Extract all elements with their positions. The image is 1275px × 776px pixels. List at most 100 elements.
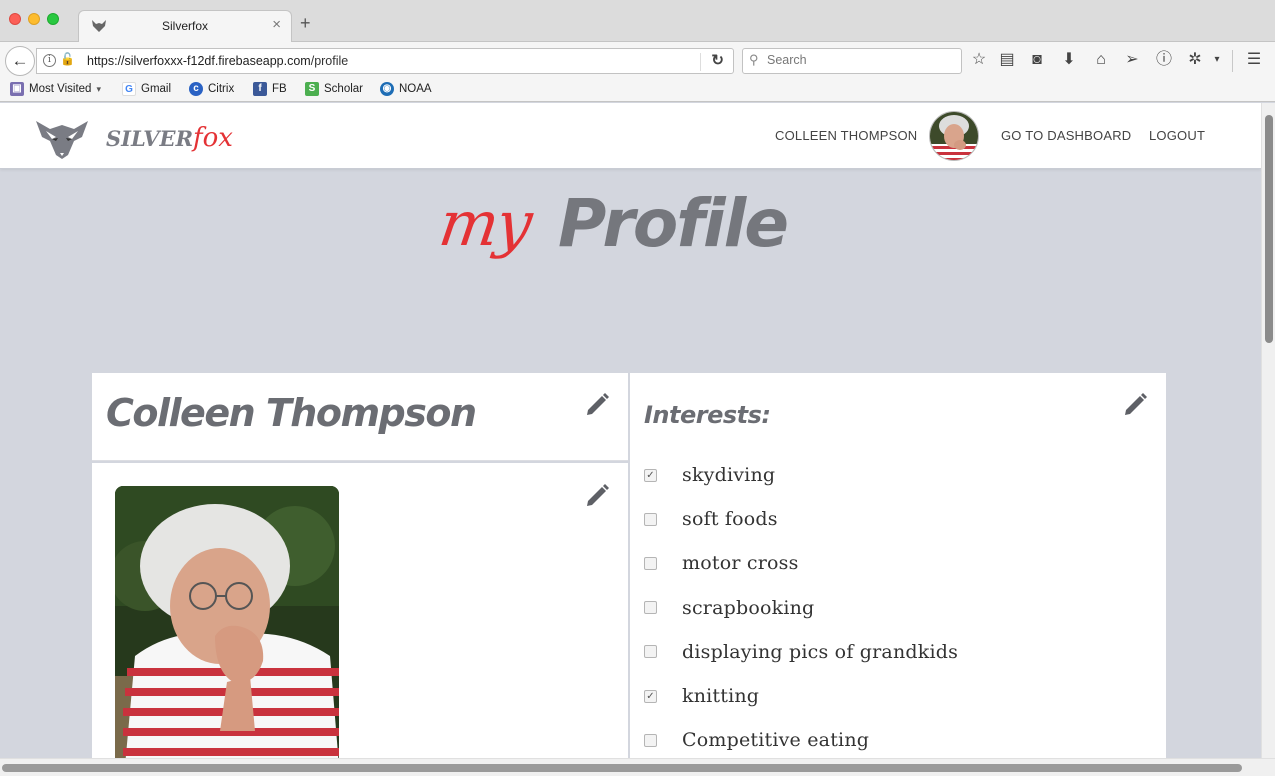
interest-label: motor cross [682,552,799,575]
brand-fox: fox [193,123,233,153]
interest-label: soft foods [682,508,778,531]
edit-interests-pencil-icon[interactable] [1123,391,1149,417]
bookmark-label: Scholar [324,83,363,95]
logout-link[interactable]: LOGOUT [1149,128,1205,143]
interest-checkbox[interactable] [644,601,657,615]
scholar-icon: S [305,82,319,96]
interest-label: knitting [682,685,760,708]
url-path: /profile [310,54,349,68]
interest-checkbox[interactable]: ✓ [644,468,657,482]
interest-checkbox[interactable] [644,512,657,526]
download-icon[interactable]: ⬇ [1059,50,1079,70]
send-icon[interactable]: ➢ [1122,50,1142,70]
edit-photo-pencil-icon[interactable] [585,482,611,508]
google-icon: G [122,82,136,96]
bookmark-label: Most Visited [29,83,92,95]
url-host: https://silverfoxxx-f12df.firebaseapp.co… [87,54,311,68]
url-text[interactable]: https://silverfoxxx-f12df.firebaseapp.co… [87,54,348,68]
bookmark-fb[interactable]: f FB [253,82,287,96]
nav-user-name[interactable]: COLLEEN THOMPSON [775,128,917,143]
password-manager-icon[interactable]: ⓘ [1154,50,1174,70]
citrix-icon: c [189,82,203,96]
reading-list-icon[interactable]: ▤ [997,50,1017,70]
interest-item: Competitive eating [644,718,958,758]
search-icon: ⚲ [749,52,759,67]
back-button[interactable]: ← [5,46,35,76]
browser-toolbar: i 🔓 https://silverfoxxx-f12df.firebaseap… [0,42,1275,78]
bookmark-label: FB [272,83,287,95]
avatar-photo [930,112,978,160]
noaa-icon: ◉ [380,82,394,96]
extension-icon[interactable]: ✲ [1185,50,1205,70]
bookmark-label: NOAA [399,83,432,95]
reload-icon[interactable]: ↻ [711,51,724,69]
vertical-scrollbar[interactable] [1261,103,1275,758]
interest-item: displaying pics of grandkids [644,630,958,674]
page-title: my Profile [0,169,1261,369]
home-icon[interactable]: ⌂ [1091,50,1111,70]
search-input[interactable] [767,53,952,67]
browser-titlebar: Silverfox × + [0,0,1275,43]
bookmark-noaa[interactable]: ◉ NOAA [380,82,432,96]
avatar[interactable] [929,111,979,161]
brand-silver: SILVER [106,126,194,151]
hamburger-menu-icon[interactable]: ☰ [1244,50,1264,70]
close-window-button[interactable] [9,13,21,25]
name-card: Colleen Thompson [92,373,628,461]
bookmark-label: Gmail [141,83,172,95]
zoom-window-button[interactable] [47,13,59,25]
bookmark-gmail[interactable]: G Gmail [122,82,171,96]
site-header: SILVERfox COLLEEN THOMPSON GO TO DASHBOA… [0,103,1261,169]
bookmark-label: Citrix [208,83,235,95]
interests-card: Interests: ✓ skydiving soft foods motor … [630,373,1166,758]
new-tab-button[interactable]: + [300,14,311,32]
interest-checkbox[interactable]: ✓ [644,689,657,703]
browser-tab[interactable]: Silverfox × [78,10,292,43]
profile-name: Colleen Thompson [106,391,477,435]
chevron-down-icon: ▾ [96,83,101,94]
tab-close-icon[interactable]: × [272,16,281,33]
info-icon[interactable]: i [43,54,56,67]
url-bar[interactable]: i 🔓 https://silverfoxxx-f12df.firebaseap… [36,48,734,74]
interest-label: skydiving [682,464,776,487]
pocket-icon[interactable]: ◙ [1027,50,1047,70]
interest-label: Competitive eating [682,729,870,752]
interest-label: displaying pics of grandkids [682,640,959,663]
lock-warning-icon[interactable]: 🔓 [60,52,75,66]
page-viewport: SILVERfox COLLEEN THOMPSON GO TO DASHBOA… [0,103,1261,758]
bookmarks-toolbar: ▣ Most Visited ▾ G Gmail c Citrix f FB S… [0,78,1275,102]
bookmark-citrix[interactable]: c Citrix [189,82,234,96]
url-divider [700,53,701,71]
bookmark-scholar[interactable]: S Scholar [305,82,363,96]
profile-photo[interactable] [115,486,339,758]
interests-title: Interests: [644,401,771,429]
fox-logo-icon[interactable] [34,115,90,161]
interest-item: ✓ knitting [644,674,958,718]
minimize-window-button[interactable] [28,13,40,25]
go-to-dashboard-link[interactable]: GO TO DASHBOARD [1001,128,1131,143]
interests-list: ✓ skydiving soft foods motor cross scrap… [644,453,958,758]
horizontal-scrollbar[interactable] [0,758,1275,776]
horizontal-scroll-thumb[interactable] [2,764,1242,772]
interest-checkbox[interactable] [644,733,657,747]
interest-item: motor cross [644,541,958,585]
interest-item: scrapbooking [644,586,958,630]
interest-checkbox[interactable] [644,645,657,659]
interest-item: ✓ skydiving [644,453,958,497]
edit-name-pencil-icon[interactable] [585,391,611,417]
brand-wordmark[interactable]: SILVERfox [106,123,233,153]
toolbar-divider [1232,50,1233,72]
bookmark-most-visited[interactable]: ▣ Most Visited ▾ [10,82,101,96]
page-title-profile: Profile [558,185,789,262]
profile-photo-image [115,486,339,758]
page-title-my: my [434,187,535,260]
tab-title: Silverfox [161,19,208,33]
bookmark-star-icon[interactable]: ☆ [969,50,989,70]
extension-dropdown-icon[interactable]: ▾ [1207,50,1227,70]
facebook-icon: f [253,82,267,96]
interest-label: scrapbooking [682,596,815,619]
vertical-scroll-thumb[interactable] [1265,115,1273,343]
interest-checkbox[interactable] [644,556,657,570]
search-box[interactable]: ⚲ [742,48,962,74]
photo-card [92,463,628,758]
